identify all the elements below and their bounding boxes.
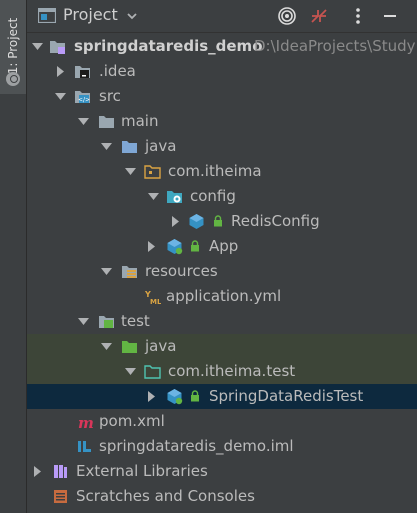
package-icon — [144, 165, 161, 179]
chevron-right-icon[interactable] — [54, 65, 67, 78]
test-folder-icon — [99, 316, 114, 328]
module-folder-icon — [50, 41, 65, 54]
tree-row-scratches[interactable]: Scratches and Consoles — [27, 484, 417, 509]
chevron-down-icon[interactable] — [100, 340, 113, 353]
tree-row-iml[interactable]: springdataredis_demo.iml — [27, 434, 417, 459]
tree-label: App — [209, 237, 239, 255]
tree-row-main-java[interactable]: java — [27, 134, 417, 159]
spring-test-class-icon — [167, 389, 183, 405]
svg-text:m: m — [78, 414, 93, 430]
project-header: Project — [27, 0, 417, 33]
chevron-down-icon[interactable] — [124, 165, 137, 178]
tree-row-package[interactable]: com.itheima — [27, 159, 417, 184]
module-file-icon — [78, 441, 91, 452]
structure-icon[interactable] — [6, 72, 20, 86]
yaml-file-icon: Y ML — [144, 290, 161, 305]
lock-icon — [191, 390, 199, 402]
tree-label: application.yml — [166, 287, 282, 305]
chevron-right-icon[interactable] — [145, 390, 158, 403]
tree-label: resources — [145, 262, 218, 280]
tree-label: config — [190, 187, 236, 205]
tree-row-test[interactable]: test — [27, 309, 417, 334]
tree-row-app[interactable]: App — [27, 234, 417, 259]
tree-label: RedisConfig — [231, 212, 320, 230]
maven-file-icon: m — [78, 414, 93, 430]
tree-label: SpringDataRedisTest — [209, 387, 364, 405]
project-tool-tab[interactable]: 1: Project — [0, 0, 26, 94]
chevron-right-icon[interactable] — [169, 215, 182, 228]
tree-label: main — [121, 112, 159, 130]
chevron-right-icon[interactable] — [31, 465, 44, 478]
tree-row-test-java[interactable]: java — [27, 334, 417, 359]
chevron-down-icon[interactable] — [77, 315, 90, 328]
chevron-down-icon[interactable] — [124, 365, 137, 378]
config-folder-icon — [167, 191, 182, 203]
lock-icon — [191, 240, 199, 252]
hide-panel-icon[interactable] — [380, 6, 400, 26]
chevron-down-icon[interactable] — [100, 140, 113, 153]
spring-class-icon — [189, 214, 204, 229]
tree-row-pom[interactable]: m pom.xml — [27, 409, 417, 434]
source-root-folder-icon — [122, 141, 137, 153]
scratches-icon — [54, 490, 67, 503]
tree-label: .idea — [99, 62, 136, 80]
tree-label: pom.xml — [99, 412, 165, 430]
tree-label: com.itheima — [168, 162, 262, 180]
chevron-down-icon[interactable] — [147, 190, 160, 203]
tree-label: java — [145, 337, 177, 355]
tree-label: java — [145, 137, 177, 155]
tree-row-src[interactable]: </> src — [27, 84, 417, 109]
tree-label: Scratches and Consoles — [76, 487, 255, 505]
project-view-title[interactable]: Project — [63, 5, 118, 24]
tree-row-main[interactable]: main — [27, 109, 417, 134]
tree-label: src — [99, 87, 121, 105]
source-folder-icon: </> — [75, 91, 90, 104]
test-package-icon — [144, 365, 161, 379]
more-options-icon[interactable] — [348, 6, 368, 26]
chevron-right-icon[interactable] — [145, 240, 158, 253]
tree-row-springdataredistest[interactable]: SpringDataRedisTest — [27, 384, 417, 409]
chevron-down-icon[interactable] — [31, 40, 44, 53]
idea-folder-icon — [75, 66, 90, 78]
tree-row-resources[interactable]: resources — [27, 259, 417, 284]
svg-text:</>: </> — [78, 97, 90, 104]
lock-icon — [214, 215, 222, 227]
tool-window-strip: 1: Project — [0, 0, 27, 513]
chevron-down-icon[interactable] — [125, 9, 139, 23]
chevron-down-icon[interactable] — [54, 90, 67, 103]
tree-label: test — [121, 312, 150, 330]
project-window-icon — [38, 8, 56, 23]
tree-row-test-package[interactable]: com.itheima.test — [27, 359, 417, 384]
spring-boot-class-icon — [167, 239, 183, 255]
tree-label: com.itheima.test — [168, 362, 296, 380]
module-path: D:\IdeaProjects\Study — [254, 37, 416, 55]
folder-icon — [99, 116, 114, 128]
tree-row-config[interactable]: config — [27, 184, 417, 209]
tree-row-module[interactable]: springdataredis_demo D:\IdeaProjects\Stu… — [27, 34, 417, 59]
svg-text:ML: ML — [150, 298, 161, 305]
test-root-folder-icon — [122, 341, 137, 353]
resources-folder-icon — [122, 266, 137, 278]
tree-row-external-libraries[interactable]: External Libraries — [27, 459, 417, 484]
locate-file-icon[interactable] — [277, 6, 297, 26]
tree-label: springdataredis_demo — [74, 37, 263, 55]
chevron-down-icon[interactable] — [77, 115, 90, 128]
chevron-down-icon[interactable] — [100, 265, 113, 278]
tree-label: External Libraries — [76, 462, 208, 480]
tree-row-redisconfig[interactable]: RedisConfig — [27, 209, 417, 234]
tree-row-application-yml[interactable]: Y ML application.yml — [27, 284, 417, 309]
tree-label: springdataredis_demo.iml — [99, 437, 294, 455]
tree-row-idea[interactable]: .idea — [27, 59, 417, 84]
collapse-all-icon[interactable] — [309, 6, 329, 26]
libraries-icon — [54, 465, 67, 478]
project-tree: springdataredis_demo D:\IdeaProjects\Stu… — [27, 33, 417, 513]
